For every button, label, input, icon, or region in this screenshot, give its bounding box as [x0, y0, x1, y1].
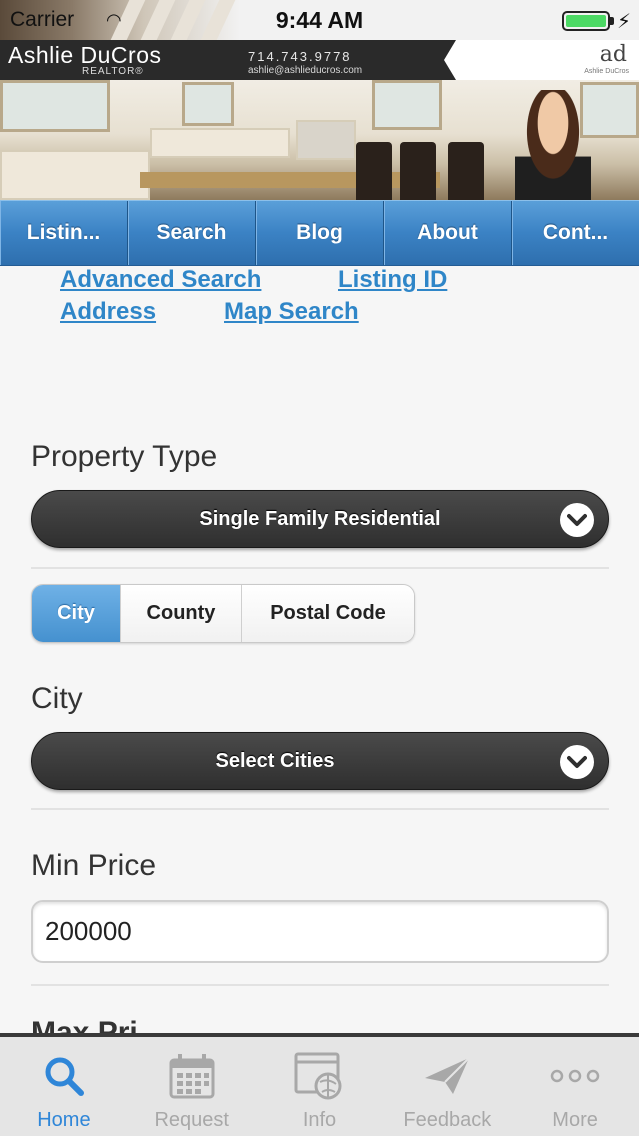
logo-mark: ad [599, 42, 627, 67]
property-type-value: Single Family Residential [199, 507, 441, 530]
battery-icon [562, 11, 610, 31]
brand-logo: ad Ashlie DuCros [444, 40, 639, 80]
tab-postal-code[interactable]: Postal Code [241, 585, 414, 642]
property-type-label: Property Type [31, 440, 218, 473]
tab-feedback-label: Feedback [403, 1109, 492, 1131]
status-bar: Carrier ◠ 9:44 AM ⚡ [0, 0, 639, 40]
agent-title: REALTOR® [82, 66, 144, 77]
main-nav: Listin... Search Blog About Cont... [0, 200, 639, 266]
divider [31, 808, 609, 810]
header-banner-image [0, 80, 639, 200]
chevron-down-icon [560, 745, 594, 779]
tab-feedback[interactable]: Feedback [383, 1037, 511, 1136]
city-label: City [31, 682, 83, 715]
app-screen: Carrier ◠ 9:44 AM ⚡ Ashlie DuCros REALTO… [0, 0, 639, 1136]
nav-blog[interactable]: Blog [256, 201, 384, 265]
map-search-link[interactable]: Map Search [224, 298, 359, 326]
nav-listings[interactable]: Listin... [0, 201, 128, 265]
battery-tip [610, 17, 614, 25]
calendar-icon [168, 1051, 216, 1101]
agent-name: Ashlie DuCros [8, 42, 162, 68]
divider [31, 567, 609, 569]
divider [31, 984, 609, 986]
listing-id-link[interactable]: Listing ID [338, 266, 447, 294]
city-select[interactable]: Select Cities [31, 732, 609, 790]
tab-request[interactable]: Request [128, 1037, 256, 1136]
property-type-select[interactable]: Single Family Residential [31, 490, 609, 548]
agent-header: Ashlie DuCros REALTOR® 714.743.9778 ashl… [0, 40, 639, 80]
nav-contact[interactable]: Cont... [512, 201, 639, 265]
search-icon [43, 1051, 85, 1101]
web-globe-icon [294, 1051, 344, 1101]
charging-icon: ⚡ [617, 11, 632, 33]
tab-home-label: Home [37, 1109, 91, 1131]
nav-search[interactable]: Search [128, 201, 256, 265]
more-dots-icon [550, 1051, 600, 1101]
min-price-input[interactable]: 200000 [31, 900, 609, 963]
status-time: 9:44 AM [275, 7, 364, 33]
logo-subtitle: Ashlie DuCros [584, 68, 629, 75]
agent-phone[interactable]: 714.743.9778 [248, 49, 352, 64]
chevron-down-icon [560, 503, 594, 537]
nav-about[interactable]: About [384, 201, 512, 265]
min-price-label: Min Price [31, 849, 157, 882]
agent-email[interactable]: ashlie@ashlieducros.com [248, 65, 362, 76]
tab-home[interactable]: Home [0, 1037, 128, 1136]
location-type-segmented: City County Postal Code [31, 584, 415, 643]
tab-info-label: Info [302, 1109, 337, 1131]
tab-more-label: More [552, 1109, 598, 1131]
tab-info[interactable]: Info [256, 1037, 384, 1136]
tab-city[interactable]: City [32, 585, 120, 642]
address-link[interactable]: Address [60, 298, 156, 326]
city-value: Select Cities [215, 749, 335, 772]
tab-request-label: Request [154, 1109, 229, 1131]
advanced-search-link[interactable]: Advanced Search [60, 266, 261, 294]
tab-more[interactable]: More [511, 1037, 639, 1136]
paper-plane-icon [423, 1051, 471, 1101]
tab-county[interactable]: County [120, 585, 241, 642]
bottom-tab-bar: Home Request Info Feedback More [0, 1033, 639, 1136]
agent-photo [515, 90, 591, 200]
